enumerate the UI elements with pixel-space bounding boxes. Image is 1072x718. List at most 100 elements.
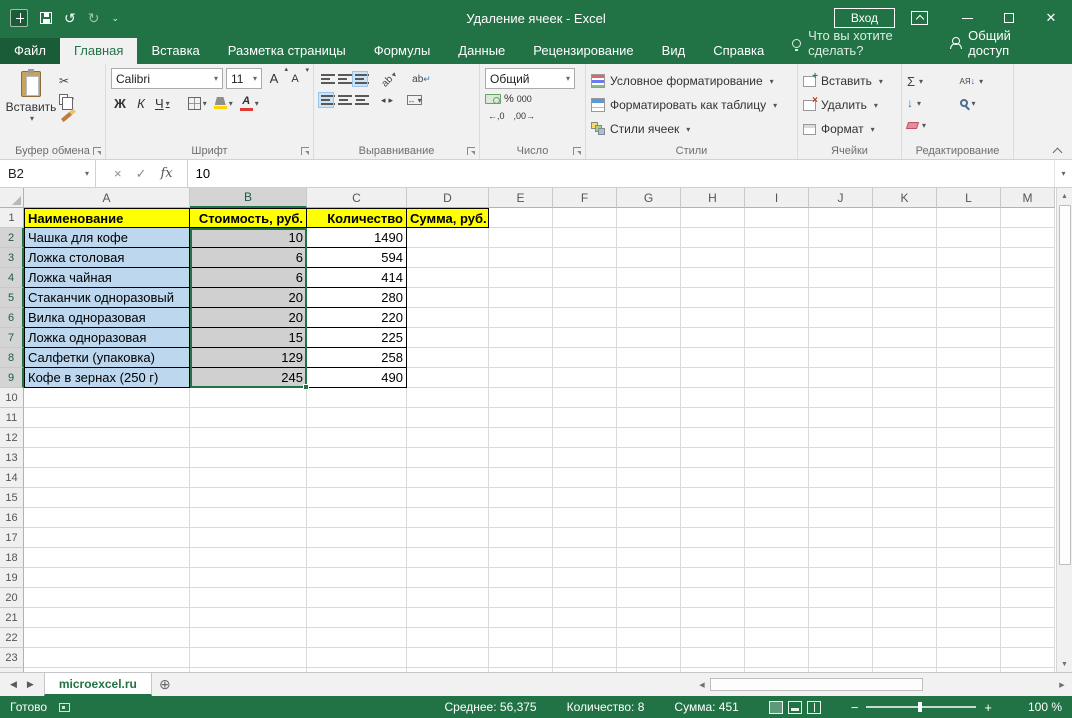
- row-header-15[interactable]: 15: [0, 488, 24, 508]
- copy-button[interactable]: [59, 94, 74, 105]
- row-header-7[interactable]: 7: [0, 328, 24, 348]
- cell-K2[interactable]: [873, 228, 937, 248]
- cell-L20[interactable]: [937, 588, 1001, 608]
- horizontal-scrollbar-thumb[interactable]: [710, 678, 923, 691]
- cell-L22[interactable]: [937, 628, 1001, 648]
- cell-M3[interactable]: [1001, 248, 1055, 268]
- cell-D23[interactable]: [407, 648, 489, 668]
- vertical-scrollbar[interactable]: ▲ ▼: [1056, 188, 1072, 672]
- cell-A6[interactable]: Вилка одноразовая: [24, 308, 190, 328]
- align-top-button[interactable]: [319, 72, 333, 86]
- next-sheet-icon[interactable]: ▶: [27, 679, 34, 690]
- cell-J14[interactable]: [809, 468, 873, 488]
- cell-G23[interactable]: [617, 648, 681, 668]
- cell-I8[interactable]: [745, 348, 809, 368]
- conditional-formatting-button[interactable]: Условное форматирование: [591, 70, 792, 92]
- ribbon-tab-Вставка[interactable]: Вставка: [137, 38, 213, 64]
- cell-B19[interactable]: [190, 568, 307, 588]
- cell-H23[interactable]: [681, 648, 745, 668]
- cell-K17[interactable]: [873, 528, 937, 548]
- borders-button[interactable]: [186, 93, 209, 113]
- column-header-A[interactable]: A: [24, 188, 190, 208]
- paste-button[interactable]: Вставить: [5, 68, 57, 143]
- cell-A1[interactable]: Наименование: [24, 208, 190, 228]
- cell-H5[interactable]: [681, 288, 745, 308]
- cell-B22[interactable]: [190, 628, 307, 648]
- underline-button[interactable]: Ч: [153, 93, 172, 113]
- cell-G3[interactable]: [617, 248, 681, 268]
- cell-C5[interactable]: 280: [307, 288, 407, 308]
- cell-H6[interactable]: [681, 308, 745, 328]
- cell-B10[interactable]: [190, 388, 307, 408]
- clear-button[interactable]: [907, 121, 956, 130]
- vertical-scrollbar-thumb[interactable]: [1059, 205, 1071, 565]
- cell-M22[interactable]: [1001, 628, 1055, 648]
- cell-D10[interactable]: [407, 388, 489, 408]
- cell-A8[interactable]: Салфетки (упаковка): [24, 348, 190, 368]
- cell-I9[interactable]: [745, 368, 809, 388]
- cell-I4[interactable]: [745, 268, 809, 288]
- cell-F3[interactable]: [553, 248, 617, 268]
- cell-G21[interactable]: [617, 608, 681, 628]
- cell-B15[interactable]: [190, 488, 307, 508]
- merge-center-button[interactable]: ↔: [407, 95, 422, 105]
- cell-J22[interactable]: [809, 628, 873, 648]
- cell-K7[interactable]: [873, 328, 937, 348]
- cell-F18[interactable]: [553, 548, 617, 568]
- fill-color-button[interactable]: [212, 93, 235, 113]
- cell-L2[interactable]: [937, 228, 1001, 248]
- cell-I12[interactable]: [745, 428, 809, 448]
- cell-C7[interactable]: 225: [307, 328, 407, 348]
- cell-G20[interactable]: [617, 588, 681, 608]
- ribbon-tab-Рецензирование[interactable]: Рецензирование: [519, 38, 647, 64]
- cell-E4[interactable]: [489, 268, 553, 288]
- cell-M4[interactable]: [1001, 268, 1055, 288]
- cell-L14[interactable]: [937, 468, 1001, 488]
- cell-J3[interactable]: [809, 248, 873, 268]
- cell-F19[interactable]: [553, 568, 617, 588]
- column-header-L[interactable]: L: [937, 188, 1001, 208]
- ribbon-tab-Разметка страницы[interactable]: Разметка страницы: [214, 38, 360, 64]
- row-header-10[interactable]: 10: [0, 388, 24, 408]
- cell-A2[interactable]: Чашка для кофе: [24, 228, 190, 248]
- cell-G17[interactable]: [617, 528, 681, 548]
- cell-J9[interactable]: [809, 368, 873, 388]
- font-name-combo[interactable]: Calibri: [111, 68, 223, 89]
- cell-F14[interactable]: [553, 468, 617, 488]
- cell-I21[interactable]: [745, 608, 809, 628]
- cell-A3[interactable]: Ложка столовая: [24, 248, 190, 268]
- cell-B23[interactable]: [190, 648, 307, 668]
- zoom-thumb[interactable]: [918, 702, 922, 712]
- cell-C2[interactable]: 1490: [307, 228, 407, 248]
- cell-E23[interactable]: [489, 648, 553, 668]
- cell-K3[interactable]: [873, 248, 937, 268]
- cell-A23[interactable]: [24, 648, 190, 668]
- cell-B17[interactable]: [190, 528, 307, 548]
- cell-D1[interactable]: Сумма, руб.: [407, 208, 489, 228]
- decrease-decimal-button[interactable]: ,00→: [511, 109, 539, 123]
- cell-G12[interactable]: [617, 428, 681, 448]
- cell-B3[interactable]: 6: [190, 248, 307, 268]
- cell-L3[interactable]: [937, 248, 1001, 268]
- cell-A17[interactable]: [24, 528, 190, 548]
- sort-filter-button[interactable]: АЯ: [960, 76, 1009, 86]
- name-box-caret-icon[interactable]: ▾: [85, 169, 95, 178]
- cell-F13[interactable]: [553, 448, 617, 468]
- cell-H19[interactable]: [681, 568, 745, 588]
- ribbon-tab-Справка[interactable]: Справка: [699, 38, 778, 64]
- scroll-up-icon[interactable]: ▲: [1057, 188, 1072, 204]
- cell-M18[interactable]: [1001, 548, 1055, 568]
- cell-M2[interactable]: [1001, 228, 1055, 248]
- orientation-button[interactable]: ab: [380, 69, 400, 89]
- cell-L18[interactable]: [937, 548, 1001, 568]
- cell-A13[interactable]: [24, 448, 190, 468]
- cell-E11[interactable]: [489, 408, 553, 428]
- increase-decimal-button[interactable]: ←,0: [485, 109, 508, 123]
- cell-L13[interactable]: [937, 448, 1001, 468]
- cell-L8[interactable]: [937, 348, 1001, 368]
- cell-F23[interactable]: [553, 648, 617, 668]
- cell-B12[interactable]: [190, 428, 307, 448]
- cell-C9[interactable]: 490: [307, 368, 407, 388]
- cancel-formula-button[interactable]: ×: [114, 166, 122, 181]
- column-header-H[interactable]: H: [681, 188, 745, 208]
